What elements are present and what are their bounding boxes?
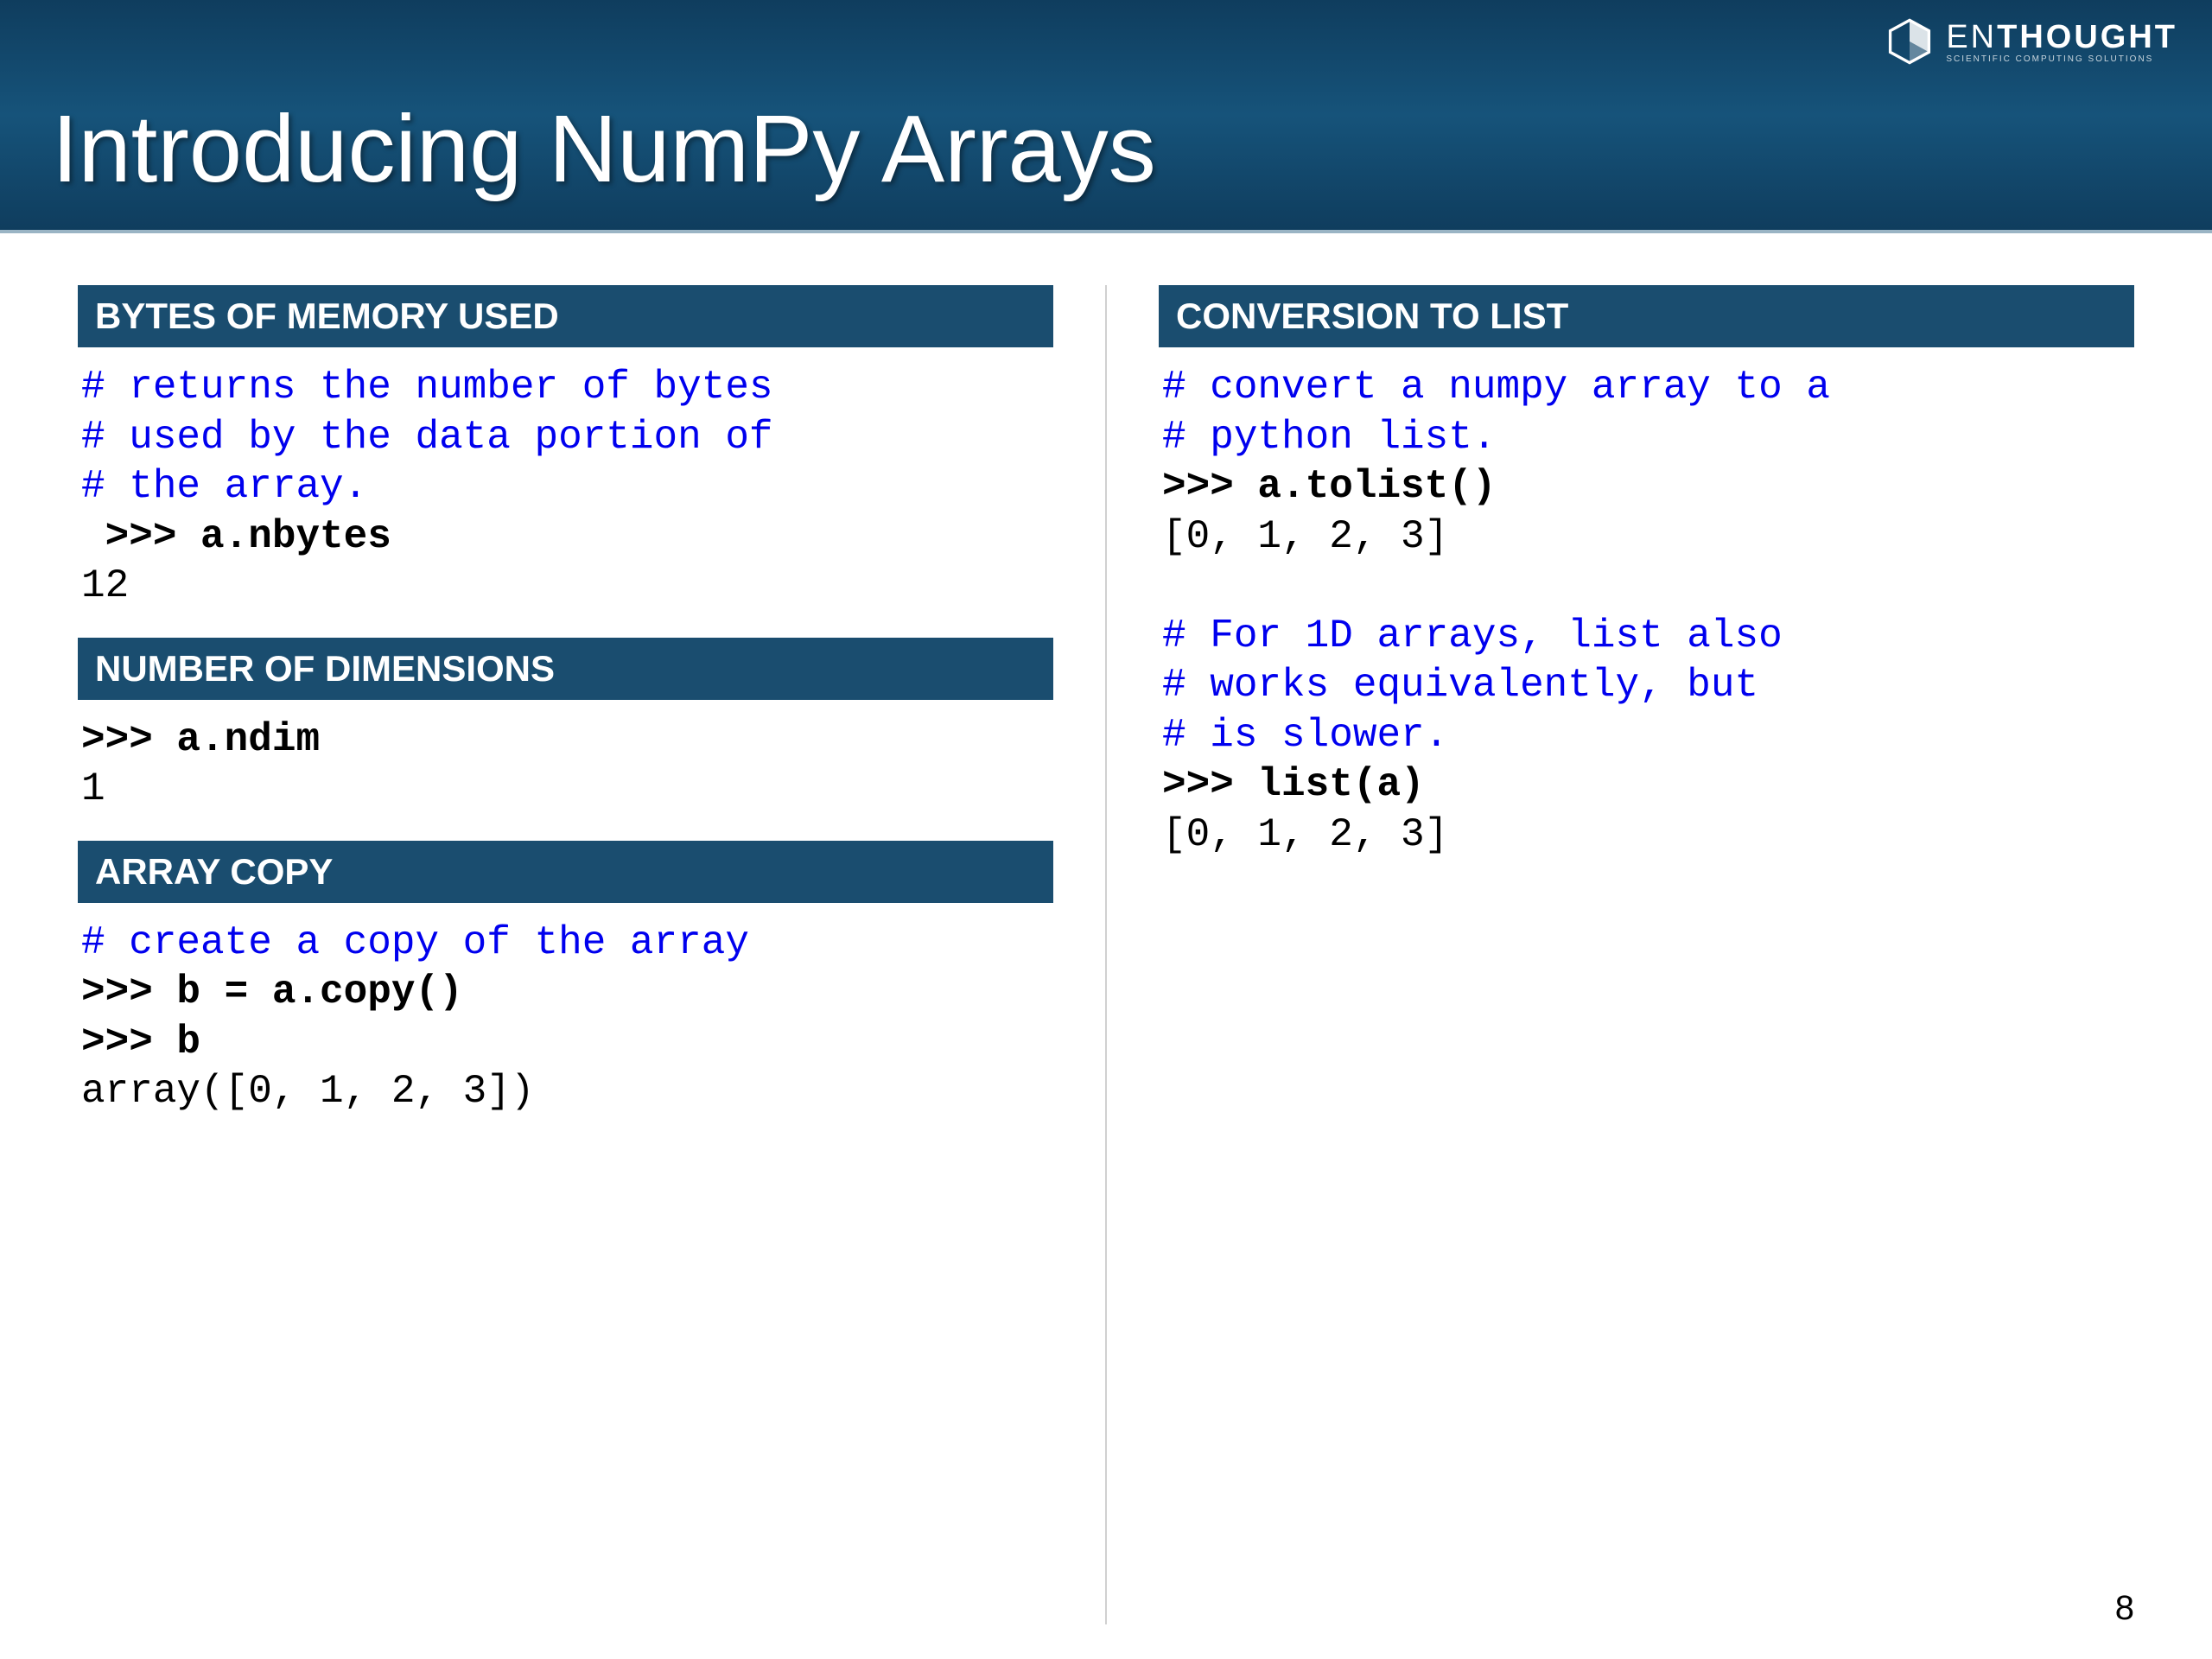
code-comment: # returns the number of bytes: [81, 365, 773, 410]
slide-header: Introducing NumPy Arrays ENTHOUGHT SCIEN…: [0, 0, 2212, 233]
code-comment: # works equivalently, but: [1162, 663, 1758, 708]
code-comment: # For 1D arrays, list also: [1162, 613, 1783, 658]
section-heading-tolist: CONVERSION TO LIST: [1159, 285, 2134, 347]
code-comment: # used by the data portion of: [81, 415, 773, 460]
code-input: >>> list(a): [1162, 762, 1425, 807]
code-block-tolist: # convert a numpy array to a # python li…: [1159, 358, 2134, 886]
code-output: [0, 1, 2, 3]: [1162, 812, 1448, 857]
brand-text-wrap: ENTHOUGHT SCIENTIFIC COMPUTING SOLUTIONS: [1946, 19, 2177, 64]
code-comment: # create a copy of the array: [81, 920, 749, 965]
code-output: 1: [81, 766, 105, 811]
page-number: 8: [2115, 1589, 2134, 1628]
brand-subtext: SCIENTIFIC COMPUTING SOLUTIONS: [1946, 54, 2177, 64]
code-input: >>> a.tolist(): [1162, 464, 1496, 509]
code-comment: # is slower.: [1162, 713, 1448, 758]
code-block-dims: >>> a.ndim 1: [78, 710, 1053, 841]
brand-text-bold: THOUGHT: [1997, 19, 2177, 55]
code-input: >>> a.nbytes: [81, 514, 391, 559]
code-block-copy: # create a copy of the array >>> b = a.c…: [78, 913, 1053, 1143]
enthought-logo-icon: [1885, 17, 1934, 66]
code-block-bytes: # returns the number of bytes # used by …: [78, 358, 1053, 638]
slide: Introducing NumPy Arrays ENTHOUGHT SCIEN…: [0, 0, 2212, 1659]
brand-text-thin: EN: [1946, 19, 1997, 55]
code-output: 12: [81, 563, 129, 608]
code-output: [0, 1, 2, 3]: [1162, 514, 1448, 559]
code-output: array([0, 1, 2, 3]): [81, 1069, 535, 1114]
code-comment: # convert a numpy array to a: [1162, 365, 1830, 410]
column-divider: [1105, 285, 1107, 1624]
slide-title: Introducing NumPy Arrays: [52, 94, 1156, 204]
code-comment: # the array.: [81, 464, 367, 509]
code-input: >>> b: [81, 1020, 200, 1065]
brand-text: ENTHOUGHT: [1946, 19, 2177, 56]
section-heading-bytes: BYTES OF MEMORY USED: [78, 285, 1053, 347]
slide-body: BYTES OF MEMORY USED # returns the numbe…: [0, 233, 2212, 1659]
section-heading-dims: NUMBER OF DIMENSIONS: [78, 638, 1053, 700]
left-column: BYTES OF MEMORY USED # returns the numbe…: [78, 285, 1053, 1624]
brand-logo: ENTHOUGHT SCIENTIFIC COMPUTING SOLUTIONS: [1885, 17, 2177, 66]
right-column: CONVERSION TO LIST # convert a numpy arr…: [1159, 285, 2134, 1624]
section-heading-copy: ARRAY COPY: [78, 841, 1053, 903]
code-input: >>> a.ndim: [81, 717, 320, 762]
code-input: >>> b = a.copy(): [81, 969, 463, 1014]
code-comment: # python list.: [1162, 415, 1496, 460]
